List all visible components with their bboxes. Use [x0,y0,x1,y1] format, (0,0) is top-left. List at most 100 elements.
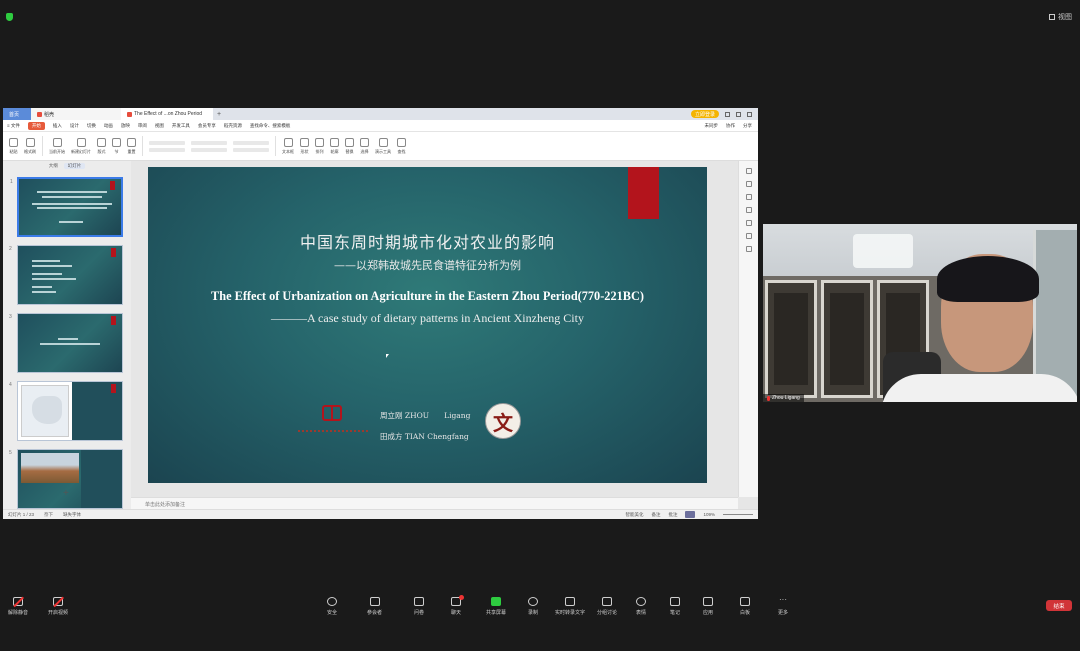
poll-button[interactable]: 问卷 [414,597,424,616]
alignment-controls[interactable] [233,140,269,152]
login-button[interactable]: 立即登录 [690,110,719,118]
tool-icon[interactable] [745,220,752,226]
slide-thumbnail[interactable]: 1 [10,177,123,237]
shape-button[interactable]: 形状 [300,137,309,155]
command-search[interactable]: 查找命令、搜索模板 [250,123,291,129]
apps-button[interactable]: 应用 [703,597,713,616]
paste-button[interactable]: 粘贴 [9,137,18,155]
new-slide-button[interactable]: 新建幻灯片 [71,137,91,155]
missing-fonts-link[interactable]: 缺失字体 [63,512,81,518]
menu-design[interactable]: 设计 [70,123,79,129]
theme-name: 奈下 [44,511,54,517]
slide-thumbnail[interactable]: 3 [9,313,123,373]
share-button[interactable]: 分享 [743,123,752,129]
menu-slideshow[interactable]: 放映 [121,123,130,129]
minimize-button[interactable] [725,111,730,117]
slide-thumbnail[interactable]: 4 [9,381,123,441]
slide-thumbnail[interactable]: 5 [9,449,123,509]
tool-icon[interactable] [745,207,752,213]
find-button[interactable]: 查找 [397,137,406,155]
status-right: 智能美化 备注 批注 109% [625,511,753,518]
comments-toggle[interactable]: 批注 [668,512,677,518]
view-button[interactable]: 视图 [1049,12,1072,22]
participant-video-tile[interactable]: Zhou Ligang [763,224,1077,402]
notes-icon [670,597,680,606]
presentation-tools-button[interactable]: 演示工具 [375,137,391,155]
format-painter-button[interactable]: 格式刷 [24,137,36,155]
tab-outline[interactable]: 大纲 [49,163,58,169]
close-button[interactable] [747,111,752,117]
breakout-rooms-button[interactable]: 分组讨论 [597,597,617,616]
live-transcript-button[interactable]: 实时转录文字 [555,597,585,616]
whiteboard-button[interactable]: 白板 [740,597,750,616]
smart-beautify-button[interactable]: 智能美化 [625,512,643,518]
slide-title-english: The Effect of Urbanization on Agricultur… [211,289,644,303]
tool-icon[interactable] [745,168,752,174]
participants-button[interactable]: 参会者 [367,597,382,616]
menu-developer[interactable]: 开发工具 [172,123,190,129]
menu-animation[interactable]: 动画 [104,123,113,129]
start-video-button[interactable]: 开启视频 [48,597,68,616]
current-slide[interactable]: 中国东周时期城市化对农业的影响 ——以郑韩故城先民食谱特征分析为例 The Ef… [148,167,707,483]
tool-icon[interactable] [745,194,752,200]
menu-insert[interactable]: 插入 [53,123,62,129]
textbox-button[interactable]: 文本框 [282,137,294,155]
paragraph-controls[interactable] [191,140,227,152]
tool-icon[interactable] [745,181,752,187]
new-slide-icon [76,137,86,147]
record-icon [528,597,538,606]
menu-transition[interactable]: 切换 [87,123,96,129]
end-meeting-button[interactable]: 结束 [1046,600,1072,611]
play-slideshow-icon[interactable] [685,511,696,518]
reset-button[interactable]: 重置 [127,137,136,155]
outline-button[interactable]: 轮廓 [330,137,339,155]
zoom-level[interactable]: 109% [703,512,715,517]
tab-slides[interactable]: 幻灯片 [63,163,86,169]
sync-status[interactable]: 未同步 [705,123,719,129]
tool-icon[interactable] [745,246,752,252]
chat-icon [451,595,464,606]
slide-editing-area[interactable]: 中国东周时期城市化对农业的影响 ——以郑韩故城先民食谱特征分析为例 The Ef… [131,161,758,509]
chat-button[interactable]: 聊天 [451,595,464,616]
menu-start[interactable]: 开始 [27,121,45,130]
status-bar: 幻灯片 1 / 23 奈下 缺失字体 智能美化 备注 批注 109% [3,509,758,519]
video-off-icon [53,597,63,606]
add-slide-button[interactable]: + [63,488,69,499]
slide-thumbnail[interactable]: 2 [9,245,123,305]
notes-pane[interactable]: 单击此处添加备注 [131,497,738,509]
replace-button[interactable]: 替换 [345,137,354,155]
collab-button[interactable]: 协作 [726,123,735,129]
layout-button[interactable]: 版式 [97,137,106,155]
new-tab-button[interactable]: + [213,108,225,120]
whiteboard-icon [740,597,750,606]
tab-document[interactable]: The Effect of ...on Zhou Period [121,108,213,120]
unmute-button[interactable]: 解除静音 [8,597,28,616]
security-button[interactable]: 安全 [327,597,337,616]
record-button[interactable]: 录制 [528,597,538,616]
play-from-current-button[interactable]: 当前开始 [49,137,65,155]
share-screen-button[interactable]: 共享屏幕 [486,597,506,616]
tool-icon[interactable] [745,233,752,239]
select-button[interactable]: 选择 [360,137,369,155]
menu-member[interactable]: 会员专享 [198,123,216,129]
font-controls[interactable] [149,140,185,152]
replace-icon [345,137,354,147]
reactions-button[interactable]: 表情 [636,597,646,616]
tab-docer[interactable]: 稻壳 [31,108,121,120]
menu-docer[interactable]: 稻壳资源 [224,123,242,129]
notes-toggle[interactable]: 备注 [651,512,660,518]
section-button[interactable]: 节 [112,137,121,155]
maximize-button[interactable] [736,111,741,117]
menu-view[interactable]: 视图 [155,123,164,129]
university-seal-logo: 文 [485,403,521,439]
notes-button[interactable]: 笔记 [670,597,680,616]
security-shield-icon[interactable] [6,13,13,21]
tab-home[interactable]: 首页 [3,108,31,120]
wps-presentation-window: 首页 稻壳 The Effect of ...on Zhou Period + … [3,108,758,519]
menu-file[interactable]: ≡ 文件 [7,123,20,129]
menu-review[interactable]: 审阅 [138,123,147,129]
zoom-slider[interactable] [723,514,753,515]
arrange-button[interactable]: 排列 [315,137,324,155]
more-button[interactable]: ··· 更多 [778,596,788,617]
reaction-icon [636,597,646,606]
